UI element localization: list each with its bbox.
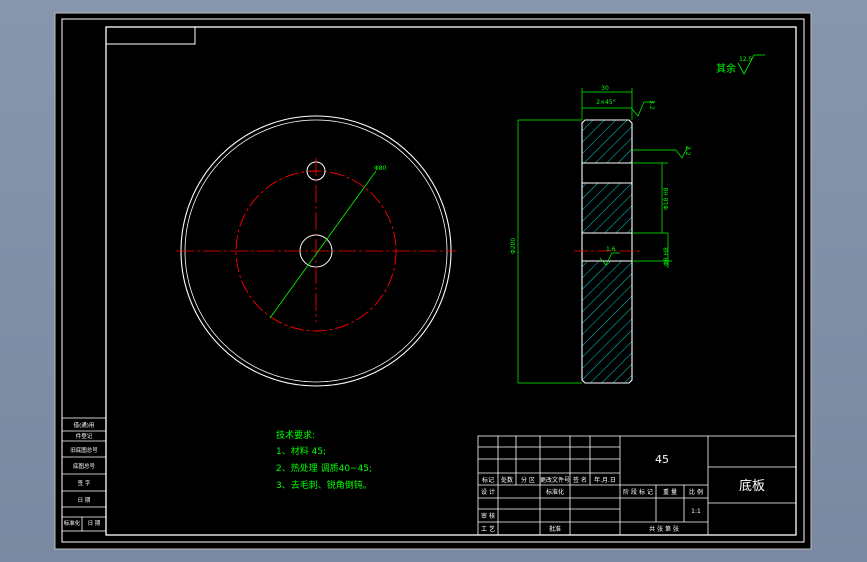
roughness-bore-value: 1.6 bbox=[606, 246, 616, 253]
material-value: 45 bbox=[655, 453, 669, 466]
side-row-5: 日 期 bbox=[78, 497, 91, 504]
tech-title: 技术要求: bbox=[276, 429, 315, 441]
side-row-1: 件登记 bbox=[76, 432, 93, 440]
section-hatch-top bbox=[582, 120, 632, 163]
side-row-6: 标准化 bbox=[64, 519, 81, 527]
header-change-doc: 更改文件号 bbox=[540, 476, 570, 484]
header-mark: 标记 bbox=[482, 476, 494, 484]
section-hatch-bottom bbox=[582, 261, 632, 383]
part-name: 底板 bbox=[739, 478, 765, 494]
roughness-value: 12.5 bbox=[739, 56, 753, 63]
dim-bore-small: Φ8 H8 bbox=[663, 247, 670, 266]
roughness-top-value: 3.2 bbox=[648, 100, 655, 110]
header-count: 处数 bbox=[501, 476, 513, 484]
weight-header: 重 量 bbox=[663, 488, 677, 496]
dim-chamfer: 2×45° bbox=[596, 99, 615, 106]
section-hatch-middle bbox=[582, 183, 632, 233]
tech-item-1: 1、材料 45; bbox=[276, 445, 326, 457]
side-row-3: 底图总号 bbox=[73, 462, 96, 470]
scale-header: 比 例 bbox=[689, 488, 703, 496]
roughness-label: 其余 bbox=[716, 62, 736, 75]
header-sign: 签 名 bbox=[573, 476, 587, 484]
side-row-0: 借(通)用 bbox=[74, 421, 95, 429]
diameter-label: Φ80 bbox=[374, 165, 387, 172]
tech-item-3: 3、去毛刺、锐角倒钝。 bbox=[276, 479, 372, 491]
header-zone: 分 区 bbox=[521, 476, 535, 484]
dim-width: 30 bbox=[601, 85, 609, 92]
stage-mark-header: 阶 段 标 记 bbox=[623, 488, 653, 496]
drawing-canvas bbox=[54, 12, 812, 550]
role-design: 设 计 bbox=[481, 488, 495, 496]
cad-drawing-sheet: 借(通)用 件登记 旧底图总号 底图总号 签 字 日 期 标准化 日 期 其余 … bbox=[54, 12, 812, 550]
header-date: 年.月.日 bbox=[594, 476, 616, 484]
role-process: 工 艺 bbox=[481, 525, 495, 533]
dim-bore-large: Φ18 H8 bbox=[663, 187, 670, 210]
role-review: 审 核 bbox=[481, 512, 495, 520]
dim-overall: Φ200 bbox=[510, 238, 517, 254]
side-row-4: 签 字 bbox=[78, 479, 91, 487]
side-row-7: 日 期 bbox=[88, 520, 101, 527]
approval-label: 批准 bbox=[549, 525, 561, 533]
standardization-label: 标准化 bbox=[546, 488, 564, 496]
side-row-2: 旧底图总号 bbox=[70, 446, 98, 454]
tech-item-2: 2、热处理 调质40~45; bbox=[276, 462, 372, 474]
scale-value: 1:1 bbox=[691, 508, 701, 515]
sheet-count: 共 张 第 张 bbox=[649, 525, 679, 533]
roughness-right-value: 3.2 bbox=[684, 146, 691, 156]
